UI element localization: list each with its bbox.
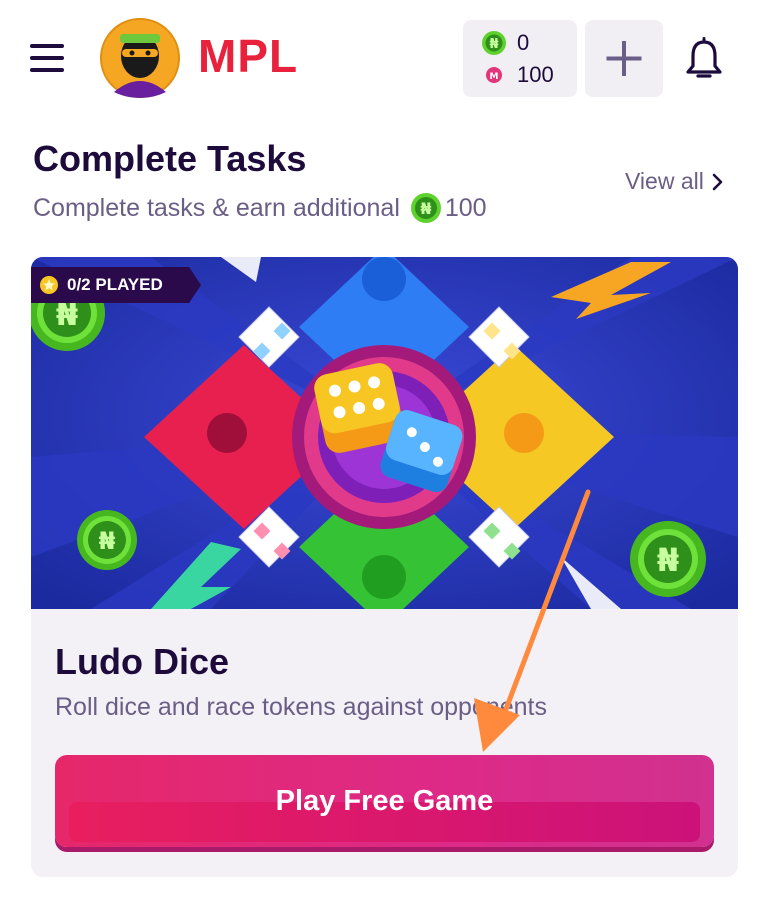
section-title: Complete Tasks <box>33 138 307 179</box>
svg-text:₦: ₦ <box>420 199 431 218</box>
star-icon <box>40 276 58 294</box>
game-card[interactable]: ₦ ₦ ₦ 0/2 PLAYED Ludo Dice Roll dice and… <box>31 257 738 877</box>
token-balance-row: M 100 <box>481 62 554 88</box>
view-all-link[interactable]: View all <box>625 168 724 195</box>
play-free-game-button[interactable]: Play Free Game <box>55 755 714 847</box>
token-icon: M <box>486 67 502 83</box>
wallet-balance[interactable]: ₦ 0 M 100 <box>463 20 577 97</box>
coin-icon: ₦ <box>410 193 441 223</box>
svg-text:M: M <box>490 72 499 82</box>
svg-text:₦: ₦ <box>657 541 679 579</box>
add-money-button[interactable] <box>585 20 663 97</box>
game-description: Roll dice and race tokens against oppone… <box>55 693 547 721</box>
notification-bell-icon[interactable] <box>684 36 724 82</box>
section-subtitle: Complete tasks & earn additional ₦ 100 <box>33 192 487 224</box>
ludo-dice-banner[interactable]: ₦ ₦ ₦ <box>31 257 738 609</box>
view-all-label: View all <box>625 168 704 194</box>
mpl-logo: MPL <box>198 32 298 80</box>
svg-text:₦: ₦ <box>99 527 116 555</box>
coin-icon: ₦ <box>482 31 506 55</box>
token-balance: 100 <box>517 62 554 87</box>
subtitle-text: Complete tasks & earn additional <box>33 193 400 222</box>
coin-balance-row: ₦ 0 <box>481 30 529 56</box>
svg-text:MPL: MPL <box>198 32 298 80</box>
play-button-label: Play Free Game <box>275 784 494 817</box>
coin-balance: 0 <box>517 30 530 55</box>
game-title: Ludo Dice <box>55 641 230 682</box>
app-header: MPL ₦ 0 M 100 <box>0 0 768 120</box>
chevron-right-icon <box>712 173 723 190</box>
avatar[interactable] <box>100 18 180 98</box>
played-count: 0/2 PLAYED <box>67 275 163 294</box>
svg-text:₦: ₦ <box>489 37 498 52</box>
played-progress-badge: 0/2 PLAYED <box>31 267 201 303</box>
hamburger-menu-icon[interactable] <box>30 44 64 72</box>
reward-amount: 100 <box>444 193 487 222</box>
plus-icon <box>606 41 642 76</box>
